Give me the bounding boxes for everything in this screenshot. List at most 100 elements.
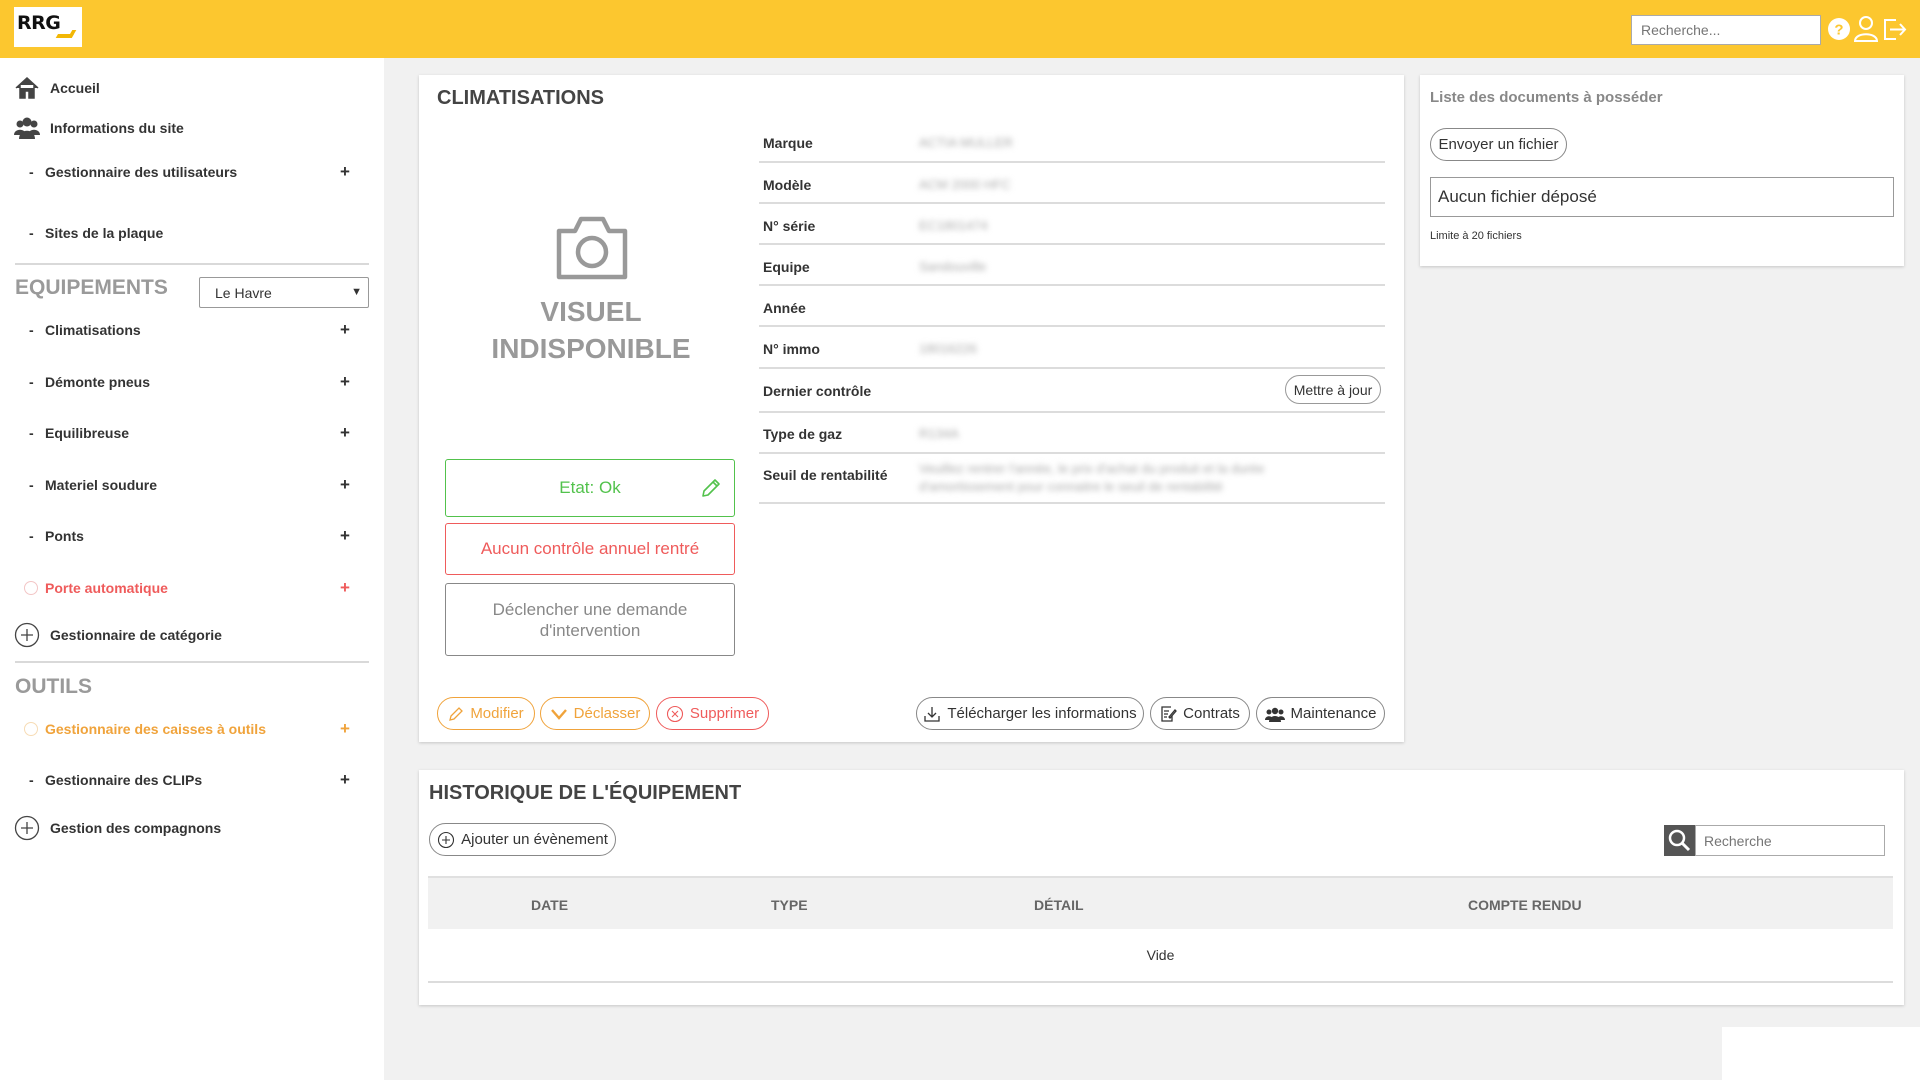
expand-plus[interactable]: + [340, 423, 350, 443]
user-icon[interactable] [1852, 14, 1880, 44]
sidebar: Accueil Informations du site - Gestionna… [0, 58, 384, 1080]
sidebar-item-ponts[interactable]: - Ponts + [0, 521, 384, 551]
logo[interactable]: RRG [14, 7, 82, 47]
users-icon [14, 117, 40, 139]
sidebar-item-category-manager[interactable]: Gestionnaire de catégorie [0, 620, 384, 650]
info-key: Equipe [763, 259, 810, 275]
no-control-button[interactable]: Aucun contrôle annuel rentré [445, 523, 735, 575]
info-key: N° immo [763, 341, 820, 357]
expand-plus[interactable]: + [340, 526, 350, 546]
expand-plus[interactable]: + [340, 770, 350, 790]
empty-label: Vide [1146, 947, 1175, 963]
search-icon[interactable] [1664, 825, 1695, 856]
info-row-serie: N° série EC1801474 [759, 204, 1385, 245]
sites-select[interactable]: Le Havre ▼ [199, 277, 369, 308]
column-header-type[interactable]: TYPE [771, 897, 808, 913]
info-key: Marque [763, 135, 813, 151]
sidebar-item-clips[interactable]: - Gestionnaire des CLIPs + [0, 765, 384, 795]
column-header-detail[interactable]: DÉTAIL [1034, 897, 1084, 913]
send-file-button[interactable]: Envoyer un fichier [1430, 128, 1567, 161]
dash: - [29, 477, 34, 493]
file-dropzone[interactable]: Aucun fichier déposé [1430, 177, 1894, 217]
sidebar-item-user-manager[interactable]: - Gestionnaire des utilisateurs + [0, 157, 384, 187]
corner-panel [1722, 1027, 1920, 1080]
sidebar-item-porte-automatique[interactable]: Porte automatique + [0, 573, 384, 603]
delete-label: Supprimer [689, 705, 760, 722]
download-icon [924, 706, 941, 722]
dash: - [29, 528, 34, 544]
logout-icon[interactable] [1880, 14, 1908, 44]
state-ok-button[interactable]: Etat: Ok [445, 459, 735, 517]
download-info-button[interactable]: Télécharger les informations [916, 697, 1144, 730]
intervention-label: Déclencher une demande d'intervention [492, 599, 688, 640]
info-key: N° série [763, 218, 816, 234]
warning-icon [24, 722, 38, 736]
expand-plus[interactable]: + [340, 578, 350, 598]
sidebar-item-label: Démonte pneus [45, 374, 151, 390]
alert-icon [24, 581, 38, 595]
intervention-button[interactable]: Déclencher une demande d'intervention [445, 583, 735, 656]
contract-icon [1161, 705, 1178, 722]
file-limit-label: Limite à 20 fichiers [1430, 230, 1522, 242]
info-key: Seuil de rentabilité [763, 467, 888, 483]
sidebar-item-label: Accueil [50, 80, 100, 96]
modify-button[interactable]: Modifier [437, 697, 535, 730]
sidebar-item-demonte-pneus[interactable]: - Démonte pneus + [0, 367, 384, 397]
top-search-input[interactable] [1631, 15, 1821, 45]
sidebar-item-home[interactable]: Accueil [0, 73, 384, 103]
add-event-button[interactable]: Ajouter un évènement [429, 823, 616, 856]
info-key: Dernier contrôle [763, 383, 872, 399]
info-row-dernier-controle: Dernier contrôle Mettre à jour [759, 369, 1385, 413]
expand-plus[interactable]: + [340, 162, 350, 182]
contracts-button[interactable]: Contrats [1150, 697, 1250, 730]
sidebar-item-climatisations[interactable]: - Climatisations + [0, 315, 384, 345]
documents-title: Liste des documents à posséder [1430, 89, 1663, 106]
sidebar-item-caisses-outils[interactable]: Gestionnaire des caisses à outils + [0, 714, 384, 744]
info-row-type-gaz: Type de gaz R134A [759, 413, 1385, 454]
update-button[interactable]: Mettre à jour [1285, 375, 1381, 404]
delete-button[interactable]: Supprimer [656, 697, 769, 730]
sidebar-item-label: Materiel soudure [45, 477, 158, 493]
sidebar-item-site-info[interactable]: Informations du site [0, 113, 384, 143]
sidebar-item-label: Ponts [45, 528, 84, 544]
pencil-icon[interactable] [700, 477, 722, 499]
dash: - [29, 225, 34, 241]
history-table-header: DATE TYPE DÉTAIL COMPTE RENDU [428, 876, 1893, 929]
section-title-outils: OUTILS [15, 675, 92, 698]
close-circle-icon [666, 705, 683, 722]
sidebar-item-materiel-soudure[interactable]: - Materiel soudure + [0, 470, 384, 500]
column-header-report[interactable]: COMPTE RENDU [1468, 897, 1582, 913]
history-title: HISTORIQUE DE L'ÉQUIPEMENT [429, 782, 742, 804]
info-value: ACTIA MULLER [919, 135, 1013, 150]
column-header-date[interactable]: DATE [531, 897, 568, 913]
visual-unavailable-label: VISUEL INDISPONIBLE [491, 296, 691, 364]
history-search-input[interactable] [1695, 825, 1885, 856]
expand-plus[interactable]: + [340, 719, 350, 739]
expand-plus[interactable]: + [340, 320, 350, 340]
chevron-down-icon [550, 708, 567, 720]
add-circle-icon [14, 815, 40, 841]
expand-plus[interactable]: + [340, 475, 350, 495]
sidebar-item-companions[interactable]: Gestion des compagnons [0, 813, 384, 843]
sidebar-item-sites: - Sites de la plaque [0, 218, 384, 248]
help-icon[interactable]: ? [1826, 14, 1854, 44]
info-row-immo: N° immo 18016226 [759, 327, 1385, 369]
add-circle-icon [14, 622, 40, 648]
divider [15, 263, 369, 265]
team-icon [1264, 707, 1285, 722]
expand-plus[interactable]: + [340, 372, 350, 392]
sites-select-value: Le Havre [215, 284, 272, 301]
sidebar-item-equilibreuse[interactable]: - Equilibreuse + [0, 418, 384, 448]
documents-card: Liste des documents à posséder Envoyer u… [1420, 75, 1904, 266]
maintenance-button[interactable]: Maintenance [1256, 697, 1385, 730]
modify-label: Modifier [470, 705, 524, 722]
info-row-equipe: Equipe Sandouville [759, 245, 1385, 286]
info-row-seuil: Seuil de rentabilité Veuillez rentrer l'… [759, 454, 1385, 504]
downgrade-button[interactable]: Déclasser [540, 697, 650, 730]
sidebar-item-label: Porte automatique [45, 580, 168, 596]
info-value: Veuillez rentrer l'année, le prix d'acha… [919, 461, 1265, 494]
add-event-label: Ajouter un évènement [461, 831, 608, 848]
sidebar-item-label: Gestionnaire des utilisateurs [45, 164, 238, 180]
info-value: EC1801474 [919, 218, 988, 233]
top-bar: RRG ? [0, 0, 1920, 58]
